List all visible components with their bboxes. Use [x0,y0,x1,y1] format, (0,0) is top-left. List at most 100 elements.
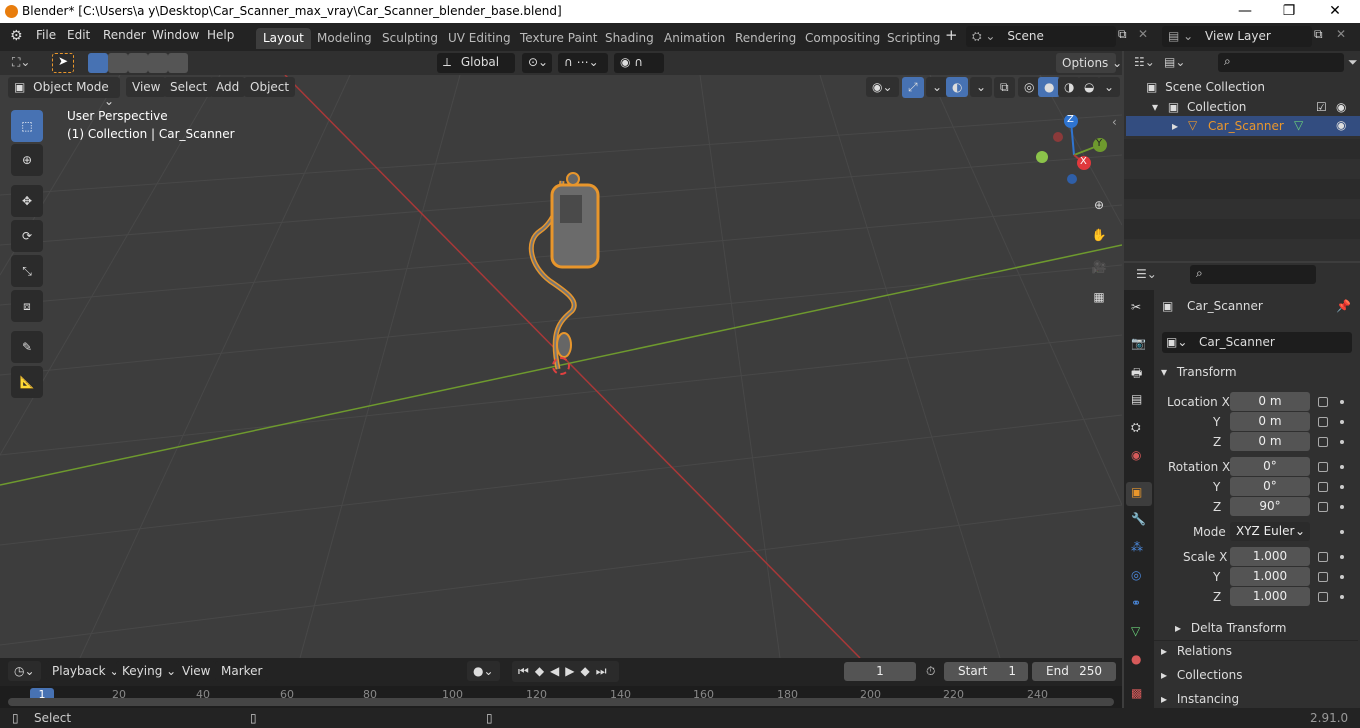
menu-window[interactable]: Window [152,28,199,42]
pivot-dropdown[interactable]: ⊙⌄ [522,53,552,73]
tab-animation[interactable]: Animation [657,28,732,49]
xray-toggle[interactable]: ⧉ [994,77,1015,98]
scale-y-field[interactable]: 1.000 [1230,567,1310,586]
menu-render[interactable]: Render [103,28,146,42]
location-z-field[interactable]: 0 m [1230,432,1310,451]
zoom-button[interactable]: ⊕ [1085,191,1113,219]
outliner-collection[interactable]: ▾ ▣ Collection ☑ ◉ [1152,100,1360,114]
transform-tool[interactable]: ⧈ [11,290,43,322]
pin-icon[interactable]: 📌 [1336,299,1351,313]
tab-uv-editing[interactable]: UV Editing [441,28,518,49]
tab-scripting[interactable]: Scripting [880,28,947,49]
menu-file[interactable]: File [36,28,56,42]
particles-tab-icon[interactable]: ⁂ [1131,540,1143,554]
data-tab-icon[interactable]: ▽ [1131,624,1140,638]
play-icon[interactable]: ▶ [565,664,580,678]
location-y-field[interactable]: 0 m [1230,412,1310,431]
keyframe-dot-icon[interactable] [1340,465,1344,469]
select-intersect-icon[interactable] [168,53,188,73]
delta-transform-header[interactable]: ▸ Delta Transform [1175,621,1286,635]
navigation-gizmo[interactable] [1034,115,1114,195]
overlay-dropdown[interactable]: ⌄ [970,77,993,97]
select-invert-icon[interactable] [148,53,168,73]
tab-modeling[interactable]: Modeling [310,28,379,49]
display-mode-icon[interactable]: ▤⌄ [1164,55,1185,69]
rotate-tool[interactable]: ⟳ [11,220,43,252]
keyframe-dot-icon[interactable] [1340,575,1344,579]
minimize-button[interactable]: — [1222,0,1268,23]
add-workspace-icon[interactable]: + [945,26,958,44]
location-x-field[interactable]: 0 m [1230,392,1310,411]
object-mode-dropdown[interactable]: ▣ Object Mode ⌄ [8,77,120,108]
tab-shading[interactable]: Shading [598,28,661,49]
output-tab-icon[interactable]: 🖶 [1131,364,1142,385]
tab-texture-paint[interactable]: Texture Paint [513,28,604,49]
gizmo-toggle[interactable]: ⤢ [902,77,924,98]
lock-icon[interactable] [1318,397,1328,407]
gizmo-dropdown[interactable]: ⌄ [926,77,949,97]
timeline-ruler[interactable]: 1 20 40 60 80 100 120 140 160 180 200 22… [0,686,1122,708]
view-layer-selector[interactable]: ▤ ⌄ View Layer [1162,26,1312,47]
timeline-editor-type[interactable]: ◷⌄ [8,661,41,681]
shading-dropdown[interactable]: ⌄ [1098,77,1121,97]
select-extend-icon[interactable] [108,53,128,73]
outliner-scene-collection[interactable]: ▣ Scene Collection [1146,80,1265,94]
current-frame-field[interactable]: 1 [844,662,916,681]
outliner-search-input[interactable]: ⌕ [1218,53,1344,72]
exclude-checkbox-icon[interactable]: ☑ [1316,100,1327,114]
texture-tab-icon[interactable]: ▩ [1131,686,1142,700]
end-frame-field[interactable]: End 250 [1032,662,1116,681]
modifier-tab-icon[interactable]: 🔧 [1131,512,1146,526]
keyframe-dot-icon[interactable] [1340,505,1344,509]
maximize-button[interactable]: ❐ [1266,0,1312,23]
camera-view-button[interactable]: 🎥 [1085,253,1113,281]
object-tab[interactable]: ▣ [1126,482,1152,506]
scene-copy-icon[interactable]: ⧉ [1118,27,1127,42]
orientation-dropdown[interactable]: ⟂ Global ⌄ [437,53,515,84]
instancing-header[interactable]: ▸ Instancing [1161,692,1239,706]
viewport-menu-select[interactable]: Select [164,77,214,97]
view-layer-tab-icon[interactable]: ▤ [1131,392,1142,406]
tab-rendering[interactable]: Rendering [728,28,803,49]
render-tab-icon[interactable]: 📷 [1131,336,1146,350]
outliner-editor-icon[interactable]: ☷⌄ [1134,55,1155,69]
tab-compositing[interactable]: Compositing [798,28,887,49]
lock-icon[interactable] [1318,482,1328,492]
select-tool-icon[interactable]: ➤ [52,53,74,73]
timeline-menu-keying[interactable]: Keying ⌄ [116,661,183,681]
lock-icon[interactable] [1318,417,1328,427]
select-subtract-icon[interactable] [128,53,148,73]
view-layer-remove-icon[interactable]: ✕ [1336,27,1346,41]
relations-header[interactable]: ▸ Relations [1161,644,1232,658]
timeline-menu-marker[interactable]: Marker [215,661,269,681]
ortho-toggle-button[interactable]: ▦ [1085,283,1113,311]
rotation-mode-dropdown[interactable]: XYZ Euler ⌄ [1230,522,1310,541]
view-layer-copy-icon[interactable]: ⧉ [1314,27,1323,42]
outliner-object-row[interactable]: ▸ ▽ Car_Scanner ▽ ◉ [1126,116,1360,136]
viewport-menu-object[interactable]: Object [244,77,296,97]
scale-tool[interactable]: ⤡ [11,255,43,287]
auto-key-toggle[interactable]: ●⌄ [467,661,500,681]
close-button[interactable]: ✕ [1312,0,1358,23]
blender-menu-icon[interactable]: ⚙ [10,28,23,44]
constraints-tab-icon[interactable]: ⚭ [1131,596,1141,610]
scene-selector[interactable]: ⛭ ⌄ Scene [966,26,1116,47]
lock-icon[interactable] [1318,592,1328,602]
rotation-x-field[interactable]: 0° [1230,457,1310,476]
timeline-menu-playback[interactable]: Playback ⌄ [46,661,126,681]
lock-icon[interactable] [1318,437,1328,447]
lock-icon[interactable] [1318,572,1328,582]
keyframe-dot-icon[interactable] [1340,555,1344,559]
keyframe-dot-icon[interactable] [1340,530,1344,534]
mesh-data-icon[interactable]: ▽ [1294,118,1303,132]
lock-icon[interactable] [1318,462,1328,472]
menu-help[interactable]: Help [207,28,234,42]
next-key-icon[interactable]: ◆ [581,664,596,678]
filter-icon[interactable]: ⏷ [1348,55,1358,70]
measure-tool[interactable]: 📐 [11,366,43,398]
playback-controls[interactable]: ⏮◆◀▶◆⏭ [512,661,619,682]
visibility-eye-icon[interactable]: ◉ [1336,118,1346,132]
timeline-menu-view[interactable]: View [176,661,217,681]
lock-icon[interactable] [1318,552,1328,562]
jump-end-icon[interactable]: ⏭ [596,664,613,678]
